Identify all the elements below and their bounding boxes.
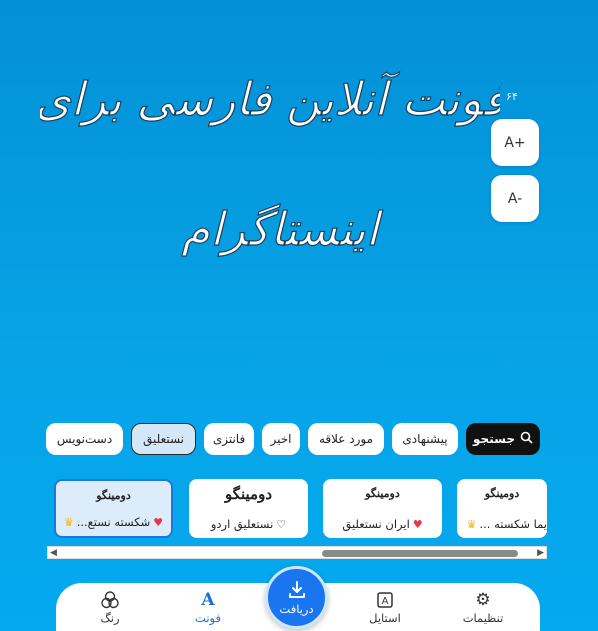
nav-font[interactable]: A فونت bbox=[168, 589, 248, 625]
font-card-name: نستعلیق اردو bbox=[210, 517, 274, 531]
style-icon: A bbox=[376, 589, 394, 611]
download-label: دریافت bbox=[279, 601, 314, 616]
preview-line-2: اینستاگرام bbox=[182, 202, 384, 257]
font-card-name: یما شکسته ... bbox=[479, 517, 547, 531]
font-card-selected[interactable]: دومینگو ♥ شکسته نستع... ♛ bbox=[54, 479, 173, 538]
crown-icon: ♛ bbox=[466, 517, 477, 531]
font-card-sample: دومینگو bbox=[365, 487, 400, 500]
font-icon: A bbox=[201, 590, 215, 610]
font-card-name: شکسته نستع... bbox=[76, 515, 151, 529]
color-palette-icon bbox=[100, 589, 120, 611]
nav-style-label: استایل bbox=[369, 611, 401, 625]
font-card-sample: دومینگو bbox=[224, 485, 273, 503]
category-chip-recent[interactable]: اخیر bbox=[262, 423, 300, 455]
nav-color-label: رنگ bbox=[100, 611, 120, 625]
category-chip-suggested[interactable]: پیشنهادی bbox=[392, 423, 458, 455]
font-card[interactable]: دومینگو ♥ ایران نستعلیق bbox=[323, 479, 442, 538]
font-card-sample: دومینگو bbox=[96, 489, 131, 502]
download-icon bbox=[288, 580, 305, 598]
heart-outline-icon[interactable]: ♡ bbox=[276, 518, 286, 531]
nav-settings-label: تنظیمات bbox=[462, 611, 504, 625]
nav-font-label: فونت bbox=[195, 611, 221, 625]
scroll-right-arrow-icon[interactable]: ▶ bbox=[537, 548, 544, 558]
card-list-scrollbar[interactable]: ◀ ▶ bbox=[47, 546, 547, 559]
nav-settings[interactable]: ⚙ تنظیمات bbox=[443, 589, 523, 625]
increase-size-button[interactable]: A+ bbox=[491, 119, 539, 166]
svg-text:A: A bbox=[382, 596, 389, 607]
crown-icon: ♛ bbox=[63, 515, 74, 529]
font-card-name: ایران نستعلیق bbox=[342, 517, 410, 531]
category-chip-handwriting[interactable]: دست‌نویس bbox=[46, 423, 123, 455]
heart-filled-icon[interactable]: ♥ bbox=[153, 516, 163, 529]
gear-icon: ⚙ bbox=[475, 590, 491, 610]
scrollbar-thumb[interactable] bbox=[322, 550, 518, 557]
category-chip-fantasy[interactable]: فانتزی bbox=[204, 423, 254, 455]
preview-line-1: فونت آنلاین فارسی برای bbox=[40, 71, 500, 127]
font-size-value: ۶۴ bbox=[506, 90, 518, 103]
nav-style[interactable]: A استایل bbox=[345, 589, 425, 625]
download-button[interactable]: دریافت bbox=[265, 566, 328, 629]
text-preview[interactable]: فونت آنلاین فارسی برای اینستاگرام bbox=[34, 20, 507, 290]
font-card[interactable]: دومینگو یما شکسته ... ♛ bbox=[457, 479, 547, 538]
font-card-sample: دومینگو bbox=[484, 487, 520, 500]
search-icon bbox=[520, 431, 533, 447]
search-chip-label: جستجو bbox=[473, 432, 515, 446]
category-chips: جستجو پیشنهادی مورد علاقه اخیر فانتزی نس… bbox=[46, 423, 540, 455]
font-card-list[interactable]: دومینگو یما شکسته ... ♛ دومینگو ♥ ایران … bbox=[47, 478, 547, 542]
category-chip-favorites[interactable]: مورد علاقه bbox=[308, 423, 384, 455]
nav-color[interactable]: رنگ bbox=[70, 589, 150, 625]
category-chip-nastaliq[interactable]: نستعلیق bbox=[131, 423, 196, 455]
font-card[interactable]: دومینگو ♡ نستعلیق اردو bbox=[189, 479, 308, 538]
heart-filled-icon[interactable]: ♥ bbox=[413, 518, 423, 531]
decrease-size-button[interactable]: A- bbox=[491, 175, 539, 222]
search-chip[interactable]: جستجو bbox=[466, 423, 540, 455]
scroll-left-arrow-icon[interactable]: ◀ bbox=[50, 548, 57, 558]
